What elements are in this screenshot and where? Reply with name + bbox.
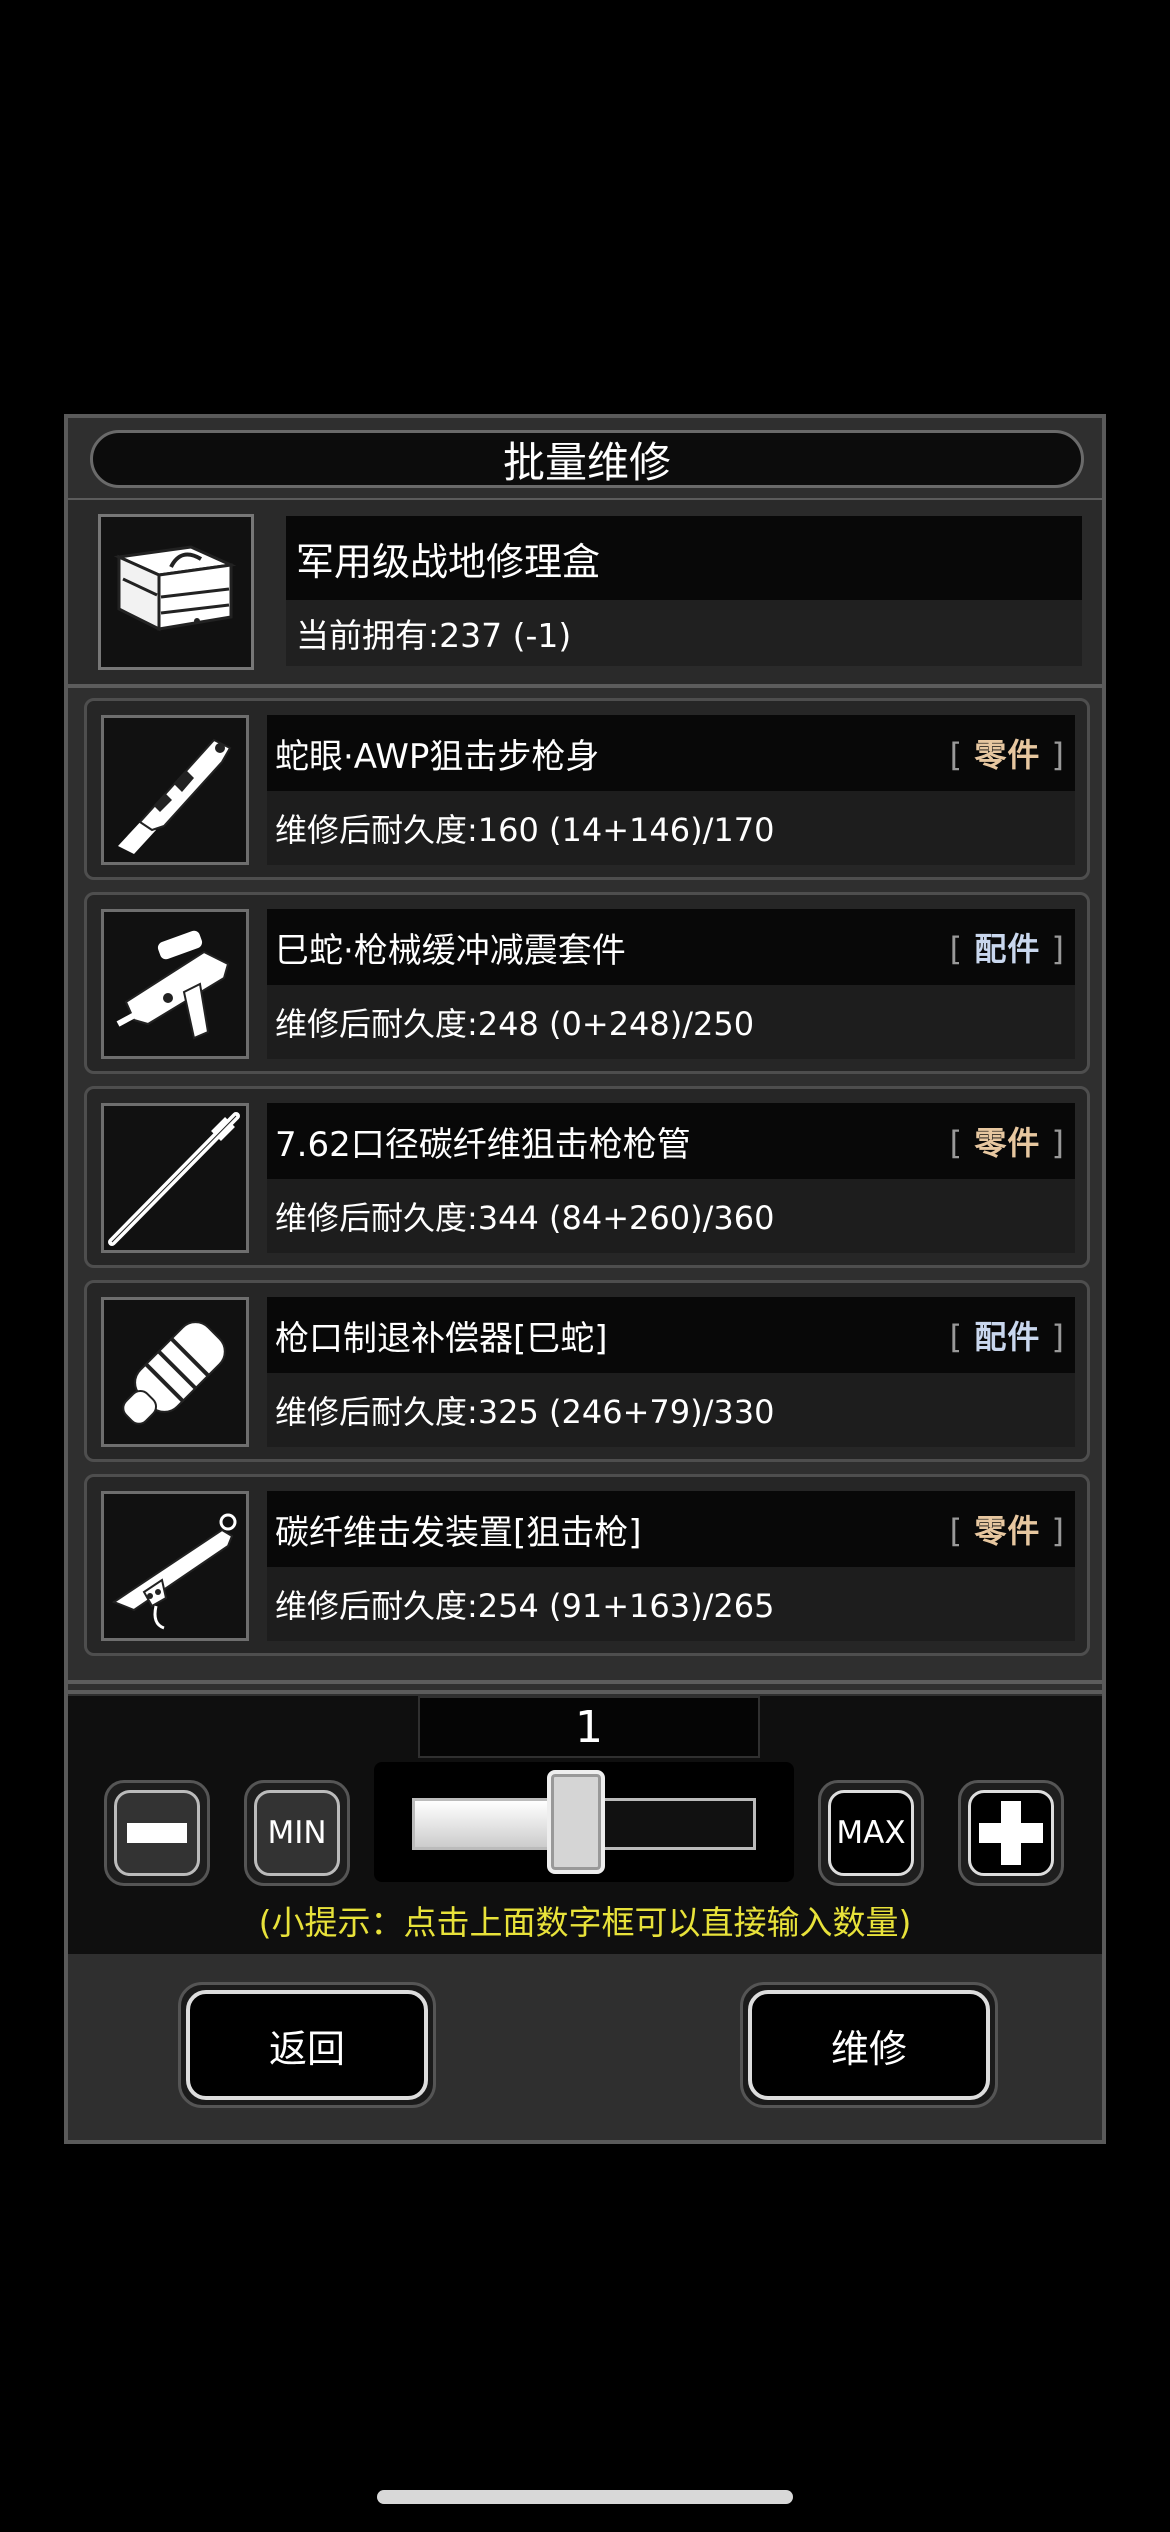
item-type-tag: [ 零件 ] <box>949 1512 1065 1550</box>
item-name: 碳纤维击发装置[狙击枪] <box>275 1512 642 1553</box>
item-name: 枪口制退补偿器[巳蛇] <box>275 1318 608 1359</box>
item-durability: 维修后耐久度:254 (91+163)/265 <box>267 1567 1075 1641</box>
max-button[interactable]: MAX <box>818 1780 924 1886</box>
max-button-label: MAX <box>828 1790 914 1876</box>
item-name-bar: 7.62口径碳纤维狙击枪枪管 [ 零件 ] <box>267 1103 1075 1179</box>
repair-kit-row: 军用级战地修理盒 当前拥有:237 (-1) <box>68 500 1102 684</box>
muzzle-brake-icon <box>101 1297 249 1447</box>
divider <box>68 684 1102 688</box>
repair-item: 碳纤维击发装置[狙击枪] [ 零件 ] 维修后耐久度:254 (91+163)/… <box>84 1474 1090 1656</box>
back-button-label: 返回 <box>186 1990 428 2100</box>
item-durability: 维修后耐久度:344 (84+260)/360 <box>267 1179 1075 1253</box>
toolbox-icon <box>98 514 254 670</box>
batch-repair-dialog: 批量维修 军用级战地修理盒 当前拥有:237 (-1) 蛇眼·AWP狙击步枪身 … <box>64 414 1106 2144</box>
back-button[interactable]: 返回 <box>178 1982 436 2108</box>
item-durability: 维修后耐久度:325 (246+79)/330 <box>267 1373 1075 1447</box>
barrel-icon <box>101 1103 249 1253</box>
increase-button[interactable] <box>958 1780 1064 1886</box>
grip-kit-icon <box>101 909 249 1059</box>
repair-kit-count: 当前拥有:237 (-1) <box>286 600 1082 666</box>
plus-icon <box>968 1790 1054 1876</box>
home-indicator[interactable] <box>377 2490 793 2504</box>
quantity-input[interactable]: 1 <box>418 1696 760 1758</box>
item-name-bar: 蛇眼·AWP狙击步枪身 [ 零件 ] <box>267 715 1075 791</box>
repair-item: 枪口制退补偿器[巳蛇] [ 配件 ] 维修后耐久度:325 (246+79)/3… <box>84 1280 1090 1462</box>
quantity-controls: 1 MIN MAX (小提示：点击上面数字框可以直接输入数量) <box>68 1696 1102 1954</box>
item-name: 7.62口径碳纤维狙击枪枪管 <box>275 1124 691 1165</box>
dialog-title: 批量维修 <box>90 430 1084 488</box>
slider-fill <box>415 1801 560 1847</box>
item-type-tag: [ 配件 ] <box>949 930 1065 968</box>
trigger-assembly-icon <box>101 1491 249 1641</box>
repair-item: 巳蛇·枪械缓冲减震套件 [ 配件 ] 维修后耐久度:248 (0+248)/25… <box>84 892 1090 1074</box>
rifle-stock-icon <box>101 715 249 865</box>
quantity-slider[interactable] <box>374 1762 794 1882</box>
item-type-tag: [ 零件 ] <box>949 736 1065 774</box>
minus-icon <box>114 1790 200 1876</box>
repair-kit-name: 军用级战地修理盒 <box>286 516 1082 600</box>
min-button-label: MIN <box>254 1790 340 1876</box>
item-name-bar: 巳蛇·枪械缓冲减震套件 [ 配件 ] <box>267 909 1075 985</box>
repair-item: 蛇眼·AWP狙击步枪身 [ 零件 ] 维修后耐久度:160 (14+146)/1… <box>84 698 1090 880</box>
item-name: 蛇眼·AWP狙击步枪身 <box>275 736 600 777</box>
item-type-tag: [ 配件 ] <box>949 1318 1065 1356</box>
repair-item: 7.62口径碳纤维狙击枪枪管 [ 零件 ] 维修后耐久度:344 (84+260… <box>84 1086 1090 1268</box>
slider-handle[interactable] <box>547 1770 605 1874</box>
item-name-bar: 枪口制退补偿器[巳蛇] [ 配件 ] <box>267 1297 1075 1373</box>
item-durability: 维修后耐久度:160 (14+146)/170 <box>267 791 1075 865</box>
decrease-button[interactable] <box>104 1780 210 1886</box>
item-name-bar: 碳纤维击发装置[狙击枪] [ 零件 ] <box>267 1491 1075 1567</box>
min-button[interactable]: MIN <box>244 1780 350 1886</box>
divider <box>68 1690 1102 1694</box>
repair-button[interactable]: 维修 <box>740 1982 998 2108</box>
divider <box>68 1680 1102 1684</box>
item-name: 巳蛇·枪械缓冲减震套件 <box>275 930 626 971</box>
repair-button-label: 维修 <box>748 1990 990 2100</box>
item-type-tag: [ 零件 ] <box>949 1124 1065 1162</box>
hint-text: (小提示：点击上面数字框可以直接输入数量) <box>258 1903 912 1942</box>
item-durability: 维修后耐久度:248 (0+248)/250 <box>267 985 1075 1059</box>
